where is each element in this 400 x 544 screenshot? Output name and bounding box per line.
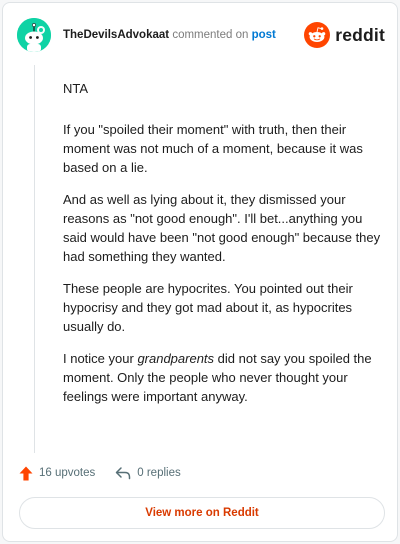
reddit-brand[interactable]: reddit bbox=[304, 22, 385, 48]
post-link[interactable]: post bbox=[252, 29, 276, 41]
reply-button[interactable]: 0 replies bbox=[115, 466, 181, 480]
username-link[interactable]: TheDevilsAdvokaat bbox=[63, 29, 169, 41]
view-more-button[interactable]: View more on Reddit bbox=[19, 497, 385, 529]
reply-arrow-icon bbox=[116, 467, 131, 480]
comment-paragraph: And as well as lying about it, they dism… bbox=[63, 192, 381, 264]
commented-on-text: commented on bbox=[172, 29, 249, 41]
comment-paragraph: If you "spoiled their moment" with truth… bbox=[63, 122, 363, 175]
comment-paragraph: NTA bbox=[63, 81, 89, 96]
comment-card: TheDevilsAdvokaat commented on post redd… bbox=[2, 2, 398, 542]
comment-paragraph: I notice your grandparents did not say y… bbox=[63, 349, 381, 406]
comment-emphasis: grandparents bbox=[137, 351, 215, 366]
reddit-logo-icon bbox=[304, 22, 331, 48]
comment-header: TheDevilsAdvokaat commented on post redd… bbox=[17, 18, 385, 54]
comment-meta: TheDevilsAdvokaat commented on post bbox=[63, 29, 276, 41]
snoo-avatar-icon[interactable] bbox=[17, 18, 51, 52]
comment-text: I notice your bbox=[63, 351, 138, 366]
comment-body: NTA If you "spoiled their moment" with t… bbox=[63, 79, 381, 419]
reddit-wordmark: reddit bbox=[335, 24, 385, 45]
upvote-arrow-icon bbox=[19, 466, 33, 480]
comment-actions: 16 upvotes 0 replies bbox=[19, 463, 201, 483]
comment-paragraph: These people are hypocrites. You pointed… bbox=[63, 281, 353, 334]
upvote-count: 16 upvotes bbox=[39, 467, 96, 479]
upvote-button[interactable]: 16 upvotes bbox=[19, 466, 95, 481]
reply-count: 0 replies bbox=[137, 467, 181, 479]
thread-line bbox=[34, 65, 35, 453]
